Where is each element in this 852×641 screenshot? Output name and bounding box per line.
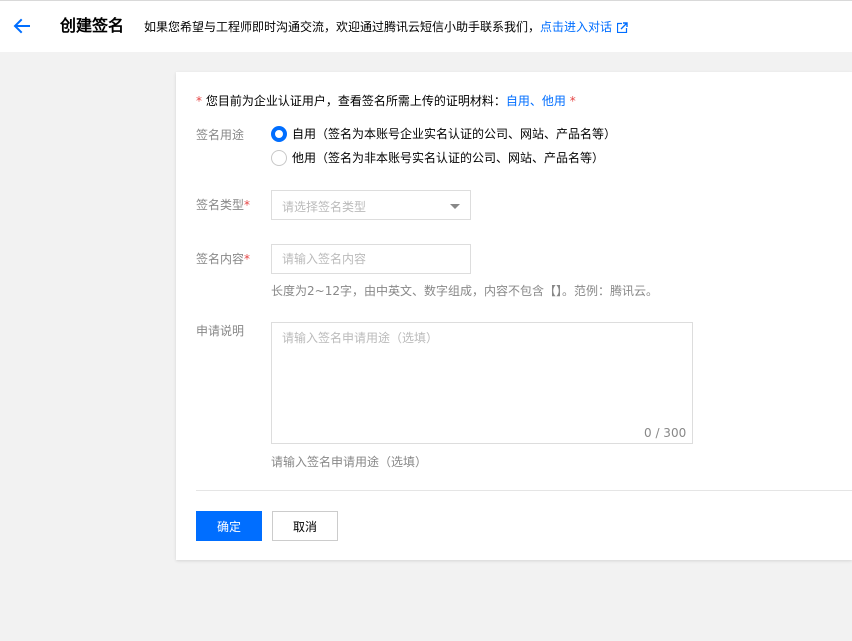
- chat-link[interactable]: 点击进入对话: [540, 20, 612, 34]
- content-label-text: 签名内容: [196, 252, 245, 266]
- usage-radio-self[interactable]: 自用（签名为本账号企业实名认证的公司、网站、产品名等）: [271, 125, 616, 142]
- divider: [196, 490, 852, 491]
- content-required-mark: *: [244, 252, 251, 266]
- chevron-down-icon: [450, 204, 460, 209]
- content-label: 签名内容*: [196, 251, 250, 267]
- self-use-link[interactable]: 自用: [506, 94, 530, 108]
- type-label: 签名类型*: [196, 197, 250, 213]
- desc-hint: 请输入签名申请用途（选填）: [271, 455, 428, 469]
- page-header: 创建签名 如果您希望与工程师即时沟通交流，欢迎通过腾讯云短信小助手联系我们，点击…: [0, 0, 852, 52]
- page-title: 创建签名: [60, 16, 125, 35]
- usage-label: 签名用途: [196, 128, 245, 142]
- usage-option-other-label: 他用（签名为非本账号实名认证的公司、网站、产品名等）: [292, 151, 605, 165]
- type-required-mark: *: [244, 198, 251, 212]
- header-tip: 如果您希望与工程师即时沟通交流，欢迎通过腾讯云短信小助手联系我们，点击进入对话: [144, 18, 629, 38]
- certification-notice: * 您目前为企业认证用户，查看签名所需上传的证明材料：自用、他用 *: [196, 93, 576, 109]
- header-tip-text: 如果您希望与工程师即时沟通交流，欢迎通过腾讯云短信小助手联系我们，: [144, 20, 541, 34]
- application-description-textarea[interactable]: [271, 322, 693, 444]
- signature-form-card: * 您目前为企业认证用户，查看签名所需上传的证明材料：自用、他用 * 签名用途 …: [176, 72, 852, 560]
- cancel-button[interactable]: 取消: [272, 511, 338, 541]
- type-select-placeholder: 请选择签名类型: [282, 200, 367, 214]
- notice-asterisk-end: *: [569, 94, 576, 108]
- notice-asterisk: *: [196, 94, 202, 108]
- signature-type-select[interactable]: 请选择签名类型: [271, 190, 471, 220]
- notice-separator: 、: [529, 94, 542, 108]
- external-link-icon[interactable]: [616, 20, 629, 38]
- usage-radio-other[interactable]: 他用（签名为非本账号实名认证的公司、网站、产品名等）: [271, 149, 604, 166]
- usage-option-self-label: 自用（签名为本账号企业实名认证的公司、网站、产品名等）: [292, 127, 617, 141]
- radio-checked-icon[interactable]: [271, 125, 287, 142]
- notice-text: 您目前为企业认证用户，查看签名所需上传的证明材料：: [205, 94, 506, 108]
- other-use-link[interactable]: 他用: [542, 94, 566, 108]
- confirm-button[interactable]: 确定: [196, 511, 262, 541]
- desc-label: 申请说明: [196, 324, 245, 338]
- radio-unchecked-icon[interactable]: [271, 149, 287, 166]
- type-label-text: 签名类型: [196, 198, 245, 212]
- signature-content-input[interactable]: [271, 244, 471, 274]
- back-arrow-icon[interactable]: [11, 15, 33, 37]
- char-counter: 0 / 300: [644, 426, 687, 440]
- content-hint: 长度为2~12字，由中英文、数字组成，内容不包含【】。范例：腾讯云。: [271, 284, 658, 298]
